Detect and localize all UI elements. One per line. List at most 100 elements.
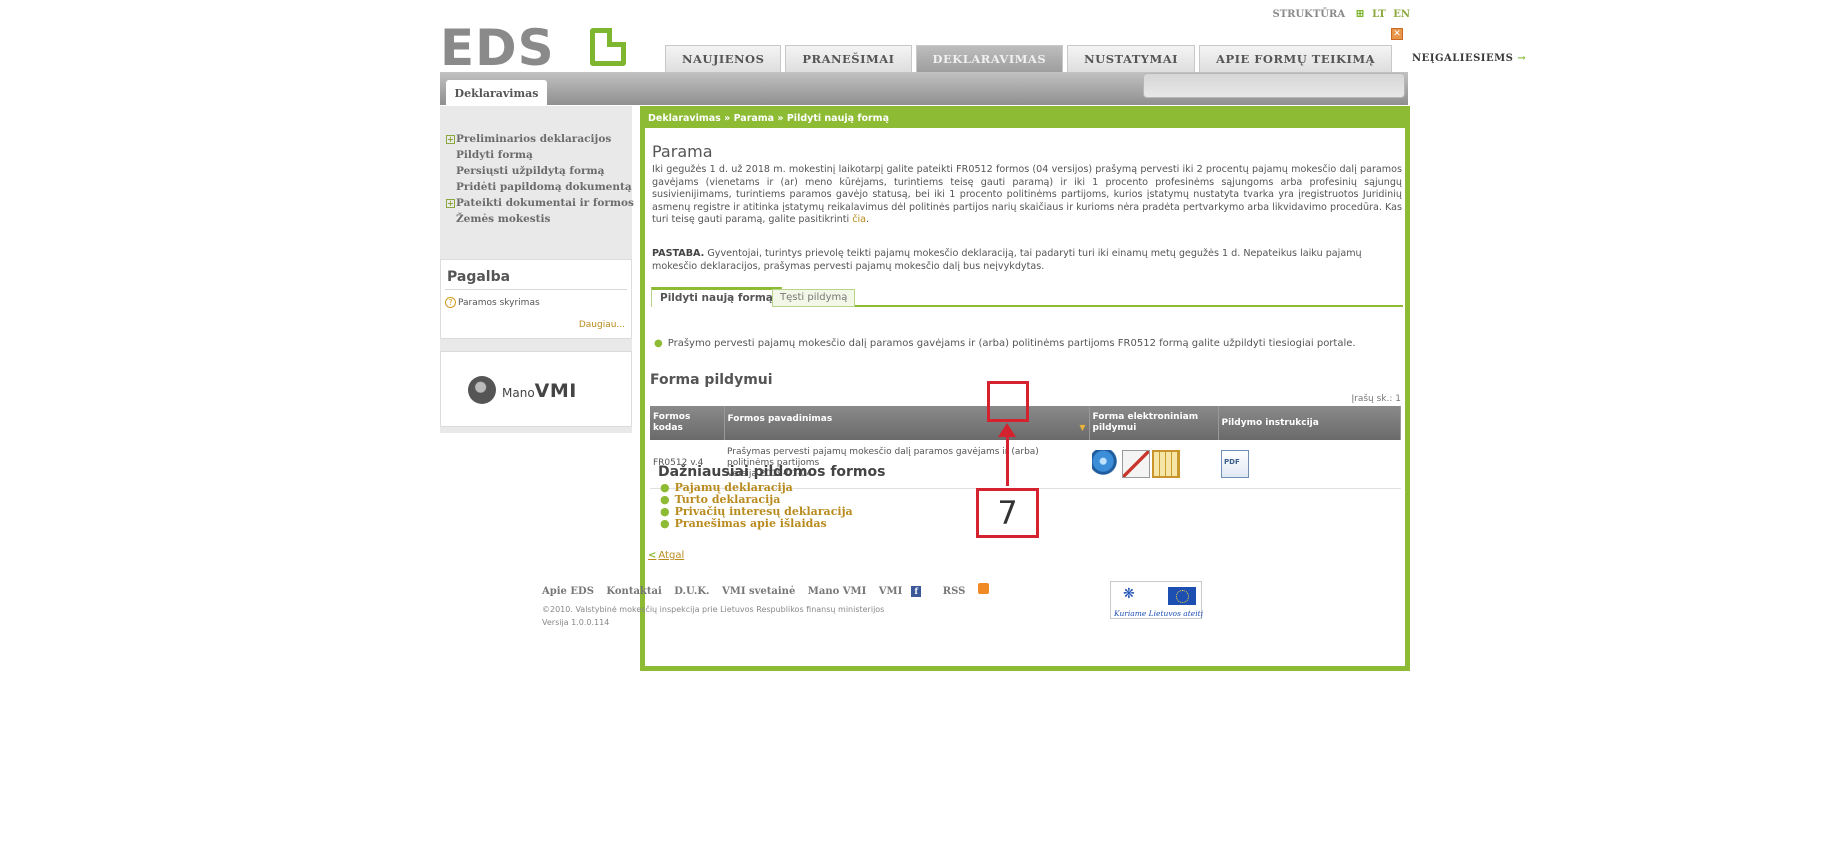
version-text: Versija 1.0.0.114 bbox=[542, 618, 610, 627]
calculator-form-icon[interactable] bbox=[1152, 449, 1180, 478]
cell-electronic-icons bbox=[1089, 440, 1218, 489]
search-input[interactable] bbox=[1143, 73, 1405, 98]
help-item-paramos[interactable]: ? Paramos skyrimas bbox=[445, 297, 540, 308]
annotation-arrow-shaft bbox=[1006, 430, 1009, 486]
footer-link-rss[interactable]: RSS bbox=[942, 583, 998, 597]
chevron-left-icon: < bbox=[648, 550, 657, 561]
eu-structural-funds-icon: ❋ bbox=[1123, 586, 1135, 602]
sidebar-item-preliminarios[interactable]: + Preliminarios deklaracijos bbox=[446, 131, 631, 147]
copyright-text: ©2010. Valstybinė mokesčių inspekcija pr… bbox=[542, 605, 885, 614]
check-here-link[interactable]: čia bbox=[852, 214, 866, 225]
mano-vmi-logo-icon bbox=[468, 376, 496, 404]
sidebar-item-zemes-mokestis[interactable]: Žemės mokestis bbox=[446, 211, 631, 227]
col-header-name-label: Formos pavadinimas bbox=[727, 413, 833, 424]
frequent-forms-title: Dažniausiai pildomos formos bbox=[658, 464, 886, 480]
back-label: Atgal bbox=[658, 550, 685, 561]
main-nav: NAUJIENOS PRANEŠIMAI DEKLARAVIMAS NUSTAT… bbox=[665, 45, 1546, 72]
instruction-document-icon[interactable] bbox=[1221, 449, 1249, 478]
bullet-text: Prašymo pervesti pajamų mokesčio dalį pa… bbox=[667, 338, 1356, 349]
frequent-forms-list: ● Pajamų deklaracija ● Turto deklaracija ●… bbox=[660, 482, 853, 530]
frequent-form-link: Pranešimas apie išlaidas bbox=[674, 517, 827, 530]
more-link[interactable]: Daugiau... bbox=[579, 320, 625, 330]
bullet-icon: ● bbox=[660, 517, 670, 530]
intro-paragraph: Iki gegužės 1 d. už 2018 m. mokestinį la… bbox=[652, 164, 1402, 225]
help-panel: Pagalba ? Paramos skyrimas Daugiau... bbox=[440, 259, 632, 339]
sidebar-item-label: Preliminarios deklaracijos bbox=[456, 133, 612, 145]
sidebar-item-persiusti[interactable]: Persiųsti užpildytą formą bbox=[446, 163, 631, 179]
sidebar-menu: + Preliminarios deklaracijos Pildyti form… bbox=[446, 131, 634, 227]
arrow-right-icon: → bbox=[1517, 53, 1527, 64]
sidebar-item-prideti[interactable]: Pridėti papildomą dokumentą bbox=[446, 179, 632, 195]
mano-vmi-text: ManoVMI bbox=[502, 380, 577, 402]
nav-tab-apie-formu-teikima[interactable]: APIE FORMŲ TEIKIMĄ bbox=[1199, 45, 1392, 72]
help-title: Pagalba bbox=[447, 269, 511, 285]
note-label: PASTABA. bbox=[652, 248, 705, 259]
mano-brand: VMI bbox=[534, 380, 577, 402]
fill-online-icon[interactable] bbox=[1092, 449, 1120, 478]
col-header-instruction[interactable]: Pildymo instrukcija bbox=[1218, 406, 1401, 440]
page-title: Parama bbox=[652, 142, 713, 161]
bullet-icon: ● bbox=[654, 338, 663, 349]
tab-continue[interactable]: Tęsti pildymą bbox=[772, 289, 856, 307]
sort-arrow-icon[interactable]: ▼ bbox=[1079, 422, 1085, 433]
eds-logo[interactable]: EDS bbox=[440, 22, 630, 74]
expand-plus-icon[interactable]: + bbox=[446, 135, 455, 144]
close-icon[interactable]: ✕ bbox=[1391, 28, 1403, 40]
structure-link[interactable]: STRUKTŪRA bbox=[1272, 9, 1345, 20]
footer-link-vmi-facebook[interactable]: VMI f bbox=[879, 586, 931, 597]
logo-text: EDS bbox=[440, 19, 555, 77]
sidebar-item-pildyti-forma[interactable]: Pildyti formą bbox=[446, 147, 631, 163]
col-header-code[interactable]: Formos kodas bbox=[650, 406, 725, 440]
expand-plus-icon[interactable]: + bbox=[446, 199, 455, 208]
footer-link-duk[interactable]: D.U.K. bbox=[674, 586, 709, 597]
page: EDS STRUKTŪRA ⊞ LT EN ✕ NAUJIENOS PRANEŠ… bbox=[0, 0, 1838, 848]
nav-link-neigaliesiems[interactable]: NEĮGALIESIEMS → bbox=[1396, 45, 1542, 72]
footer-vmi-label: VMI bbox=[878, 586, 903, 597]
footer-rss-label: RSS bbox=[942, 586, 966, 597]
sidebar-item-label: Pateikti dokumentai ir formos bbox=[456, 197, 634, 209]
record-count: Įrašų sk.: 1 bbox=[1351, 394, 1401, 404]
breadcrumb[interactable]: Deklaravimas » Parama » Pildyti naują fo… bbox=[645, 111, 1405, 128]
question-icon: ? bbox=[445, 297, 456, 308]
footer-link-mano-vmi[interactable]: Mano VMI bbox=[808, 586, 866, 597]
top-links: STRUKTŪRA ⊞ LT EN bbox=[1258, 8, 1410, 20]
info-bullet: ● Prašymo pervesti pajamų mokesčio dalį p… bbox=[654, 338, 1356, 349]
help-item-label: Paramos skyrimas bbox=[458, 298, 540, 308]
mano-prefix: Mano bbox=[502, 386, 535, 400]
neigaliesiems-label: NEĮGALIESIEMS bbox=[1412, 53, 1514, 64]
rss-icon bbox=[977, 583, 989, 594]
annotation-step-number: 7 bbox=[976, 488, 1039, 538]
footer-link-kontaktai[interactable]: Kontaktai bbox=[606, 586, 661, 597]
eu-slogan: Kuriame Lietuvos ateitį bbox=[1114, 609, 1204, 618]
nav-tab-pranesimai[interactable]: PRANEŠIMAI bbox=[785, 45, 912, 72]
nav-tab-naujienos[interactable]: NAUJIENOS bbox=[665, 45, 782, 72]
sidebar-item-pateikti[interactable]: + Pateikti dokumentai ir formos bbox=[446, 195, 634, 211]
col-header-name[interactable]: Formos pavadinimas ▼ bbox=[724, 406, 1090, 440]
section-title-forma: Forma pildymui bbox=[650, 372, 773, 388]
nav-tab-deklaravimas[interactable]: DEKLARAVIMAS bbox=[915, 45, 1064, 72]
footer-copyright: ©2010. Valstybinė mokesčių inspekcija pr… bbox=[542, 603, 884, 629]
note-text: Gyventojai, turintys prievolę teikti paj… bbox=[652, 248, 1362, 272]
subtab-deklaravimas[interactable]: Deklaravimas bbox=[446, 80, 547, 106]
footer-link-vmi-svetaine[interactable]: VMI svetainė bbox=[722, 586, 795, 597]
back-link[interactable]: < Atgal bbox=[648, 550, 684, 561]
note-paragraph: PASTABA. Gyventojai, turintys prievolę t… bbox=[652, 248, 1402, 273]
nav-tab-nustatymai[interactable]: NUSTATYMAI bbox=[1067, 45, 1196, 72]
eu-flag-icon bbox=[1168, 587, 1196, 605]
eu-funding-logo[interactable]: ❋ Kuriame Lietuvos ateitį bbox=[1110, 581, 1204, 619]
footer-link-apie-eds[interactable]: Apie EDS bbox=[542, 586, 594, 597]
footer-links: Apie EDS Kontaktai D.U.K. VMI svetainė M… bbox=[542, 583, 1007, 597]
intro-text: Iki gegužės 1 d. už 2018 m. mokestinį la… bbox=[652, 164, 1402, 225]
mano-vmi-banner[interactable]: ManoVMI bbox=[440, 351, 632, 427]
annotation-highlight-box bbox=[987, 381, 1029, 422]
edit-form-icon[interactable] bbox=[1122, 449, 1150, 478]
tab-new-form[interactable]: Pildyti naują formą bbox=[651, 287, 782, 307]
structure-tree-icon[interactable]: ⊞ bbox=[1353, 8, 1364, 19]
document-logo-icon bbox=[590, 28, 626, 66]
col-header-electronic[interactable]: Forma elektroniniam pildymui bbox=[1089, 406, 1219, 440]
lang-lt-link[interactable]: LT bbox=[1372, 9, 1386, 20]
lang-en-link[interactable]: EN bbox=[1393, 9, 1410, 20]
divider bbox=[445, 289, 627, 290]
list-item[interactable]: ● Pranešimas apie išlaidas bbox=[660, 518, 853, 530]
facebook-icon: f bbox=[911, 586, 922, 597]
